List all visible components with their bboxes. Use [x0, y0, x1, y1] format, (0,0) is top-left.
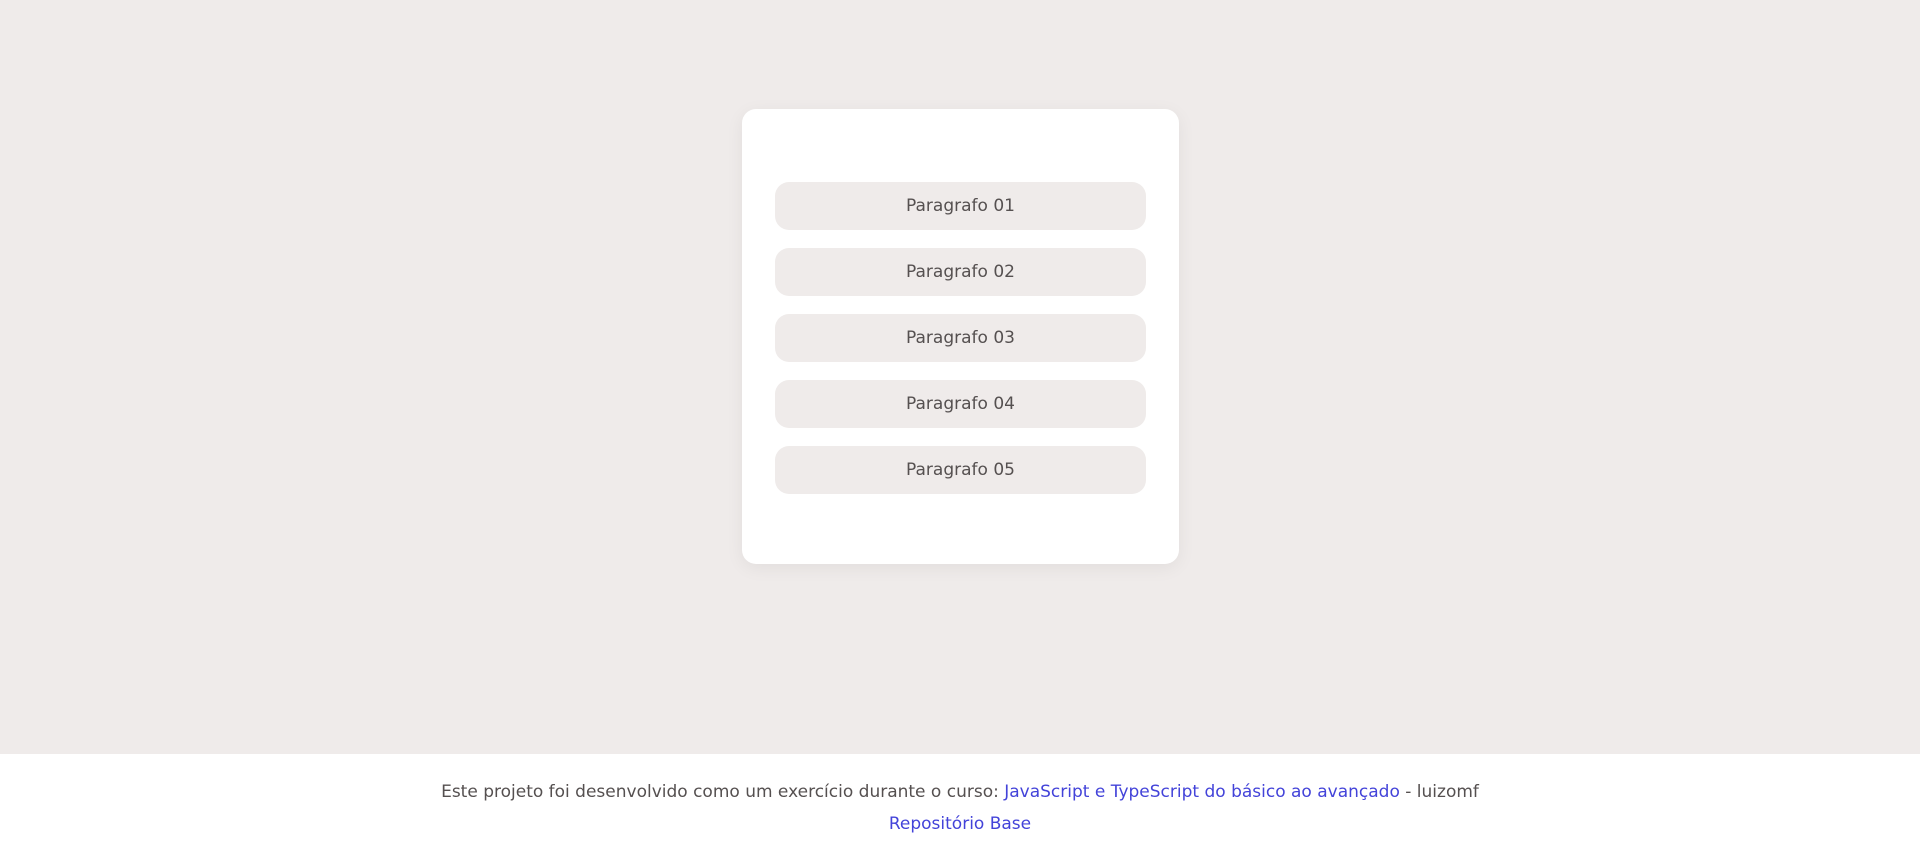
paragraph-list: Paragrafo 01 Paragrafo 02 Paragrafo 03 P…	[775, 182, 1146, 512]
course-link[interactable]: JavaScript e TypeScript do básico ao ava…	[1004, 782, 1400, 802]
footer-repo: Repositório Base	[0, 814, 1920, 834]
repo-link[interactable]: Repositório Base	[889, 814, 1031, 834]
footer-intro-text: Este projeto foi desenvolvido como um ex…	[441, 782, 1005, 802]
main-area: Paragrafo 01 Paragrafo 02 Paragrafo 03 P…	[0, 0, 1920, 754]
paragraph-item-04[interactable]: Paragrafo 04	[775, 380, 1146, 428]
footer-credits: Este projeto foi desenvolvido como um ex…	[0, 782, 1920, 802]
footer-author-text: - luizomf	[1399, 782, 1479, 802]
footer: Este projeto foi desenvolvido como um ex…	[0, 754, 1920, 861]
paragraph-card: Paragrafo 01 Paragrafo 02 Paragrafo 03 P…	[742, 109, 1179, 564]
paragraph-item-05[interactable]: Paragrafo 05	[775, 446, 1146, 494]
paragraph-item-02[interactable]: Paragrafo 02	[775, 248, 1146, 296]
paragraph-item-01[interactable]: Paragrafo 01	[775, 182, 1146, 230]
paragraph-item-03[interactable]: Paragrafo 03	[775, 314, 1146, 362]
